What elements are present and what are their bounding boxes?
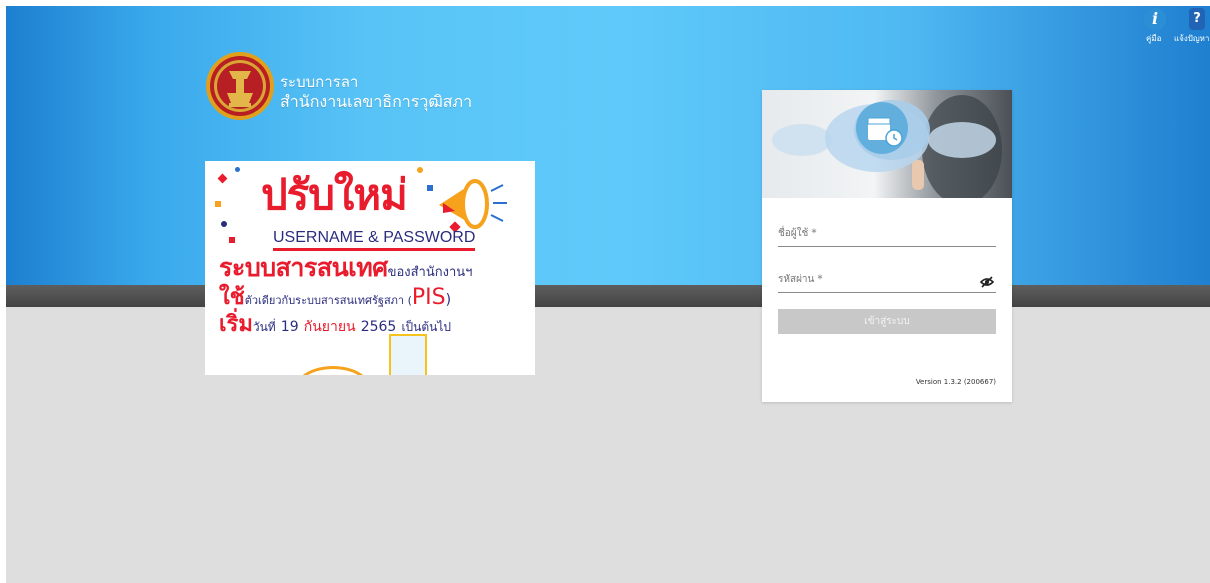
username-label: ชื่อผู้ใช้ * xyxy=(778,228,817,239)
confetti-icon xyxy=(221,221,227,227)
banner-headline: ปรับใหม่ xyxy=(261,170,408,219)
report-problem-icon[interactable]: ? xyxy=(1189,8,1205,30)
banner-use-close: ) xyxy=(445,292,452,308)
banner-document-thumbnail xyxy=(389,334,427,375)
cloud-calendar-illustration xyxy=(762,90,1012,198)
password-label: รหัสผ่าน * xyxy=(778,274,823,285)
manual-link[interactable]: คู่มือ xyxy=(1146,32,1161,45)
banner-username-password: USERNAME & PASSWORD xyxy=(273,229,476,251)
report-problem-link[interactable]: แจ้งปัญหา xyxy=(1174,32,1209,45)
system-title: ระบบการลา สำนักงานเลขาธิการวุฒิสภา xyxy=(280,73,472,111)
password-field[interactable]: รหัสผ่าน * xyxy=(778,264,996,293)
confetti-icon xyxy=(217,173,228,184)
confetti-icon xyxy=(229,237,235,243)
banner-system-small: ของสำนักงานฯ xyxy=(387,265,473,280)
hero-divider-band xyxy=(6,285,1210,307)
system-title-line1: ระบบการลา xyxy=(280,73,359,91)
senate-seal-logo xyxy=(206,52,274,120)
hero-background xyxy=(6,6,1210,285)
confetti-icon xyxy=(417,167,423,173)
hide-password-eye-icon[interactable] xyxy=(980,276,994,288)
banner-use-pis: PIS xyxy=(411,285,446,310)
banner-start-day: 19 xyxy=(280,319,299,335)
banner-use-line: ใช้ตัวเดียวกับระบบสารสนเทศรัฐสภา (PIS) xyxy=(219,285,451,314)
banner-use-big: ใช้ xyxy=(219,285,245,310)
banner-start-month: กันยายน xyxy=(303,319,356,335)
banner-start-tail: เป็นต้นไป xyxy=(401,320,452,334)
login-button[interactable]: เข้าสู่ระบบ xyxy=(778,309,996,334)
manual-info-icon[interactable]: i xyxy=(1144,8,1166,30)
banner-system-line: ระบบสารสนเทศของสำนักงานฯ xyxy=(219,253,472,288)
megaphone-icon xyxy=(439,179,507,229)
confetti-icon xyxy=(215,201,221,207)
version-text: Version 1.3.2 (200667) xyxy=(915,378,996,386)
login-card: ชื่อผู้ใช้ * รหัสผ่าน * เข้าสู่ระบบ Vers… xyxy=(762,90,1012,402)
banner-start-big: เริ่ม xyxy=(219,312,253,337)
banner-start-year: 2565 xyxy=(360,319,397,335)
announcement-banner: ปรับใหม่ USERNAME & PASSWORD ระบบสารสนเท… xyxy=(205,161,535,375)
banner-start-small: วันที่ xyxy=(252,320,276,334)
page-frame: ระบบการลา สำนักงานเลขาธิการวุฒิสภา ปรับใ… xyxy=(6,6,1210,583)
banner-system-big: ระบบสารสนเทศ xyxy=(219,253,388,282)
username-field[interactable]: ชื่อผู้ใช้ * xyxy=(778,218,996,247)
banner-decoration-arc xyxy=(295,366,371,375)
system-title-line2: สำนักงานเลขาธิการวุฒิสภา xyxy=(280,92,473,111)
confetti-icon xyxy=(235,167,240,172)
banner-use-small: ตัวเดียวกับระบบสารสนเทศรัฐสภา ( xyxy=(244,294,412,307)
